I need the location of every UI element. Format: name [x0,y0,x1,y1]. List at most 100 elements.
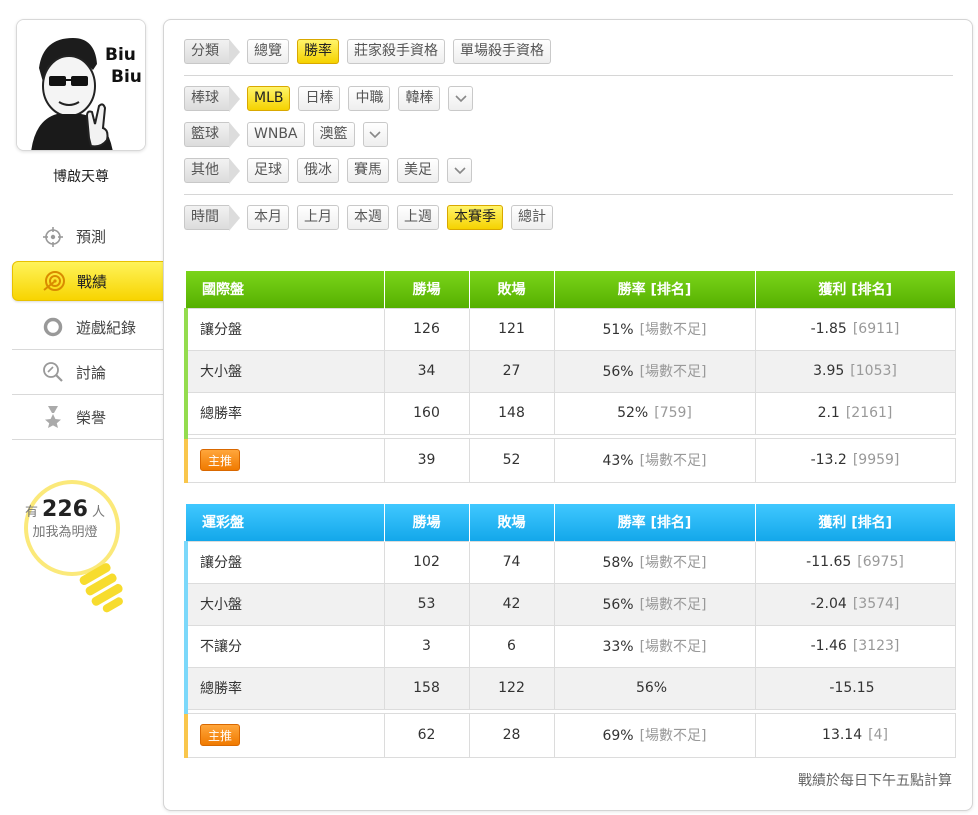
col-header: 勝場 [383,504,469,541]
chip-horse-racing[interactable]: 賽馬 [347,158,389,183]
rate-rank: [場數不足] [639,555,707,571]
chip-this-season[interactable]: 本賽季 [447,205,503,230]
profit-value: 3.95 [813,363,845,379]
profit-value: 2.1 [817,405,840,421]
cell-profit: -13.2 [9959] [754,437,956,483]
filter-label-category: 分類 [184,39,240,65]
row-name: 不讓分 [184,624,385,668]
chip-last-month[interactable]: 上月 [297,205,339,230]
main-pick-badge[interactable]: 主推 [200,449,241,471]
chip-kbo[interactable]: 韓棒 [398,86,441,111]
cell-win: 3 [383,624,470,668]
chip-soccer[interactable]: 足球 [247,158,289,183]
rate-value: 69% [602,728,634,744]
chip-bookmaker-killer[interactable]: 莊家殺手資格 [347,39,445,64]
cell-profit: -15.15 [754,666,956,710]
avatar[interactable]: Biu Biu [16,19,146,151]
profit-value: 13.14 [822,727,863,743]
profit-rank: [6911] [852,321,900,337]
cell-win: 102 [383,540,470,584]
cell-win: 62 [383,712,470,758]
rate-rank: [場數不足] [639,364,707,380]
col-header: 勝率 [排名] [553,504,755,541]
search-pencil-icon [42,361,64,383]
chip-total[interactable]: 總計 [511,205,553,230]
profit-rank: [2161] [845,405,893,421]
rate-value: 33% [602,639,634,655]
chevron-down-icon[interactable] [447,158,472,183]
nav-item-discussion[interactable]: 討論 [12,350,164,395]
col-header: 運彩盤 [186,504,384,541]
profit-rank: [4] [868,727,888,743]
cell-profit: -1.85 [6911] [754,307,956,351]
row-name: 總勝率 [184,666,385,710]
chip-khl[interactable]: 俄冰 [297,158,339,183]
cell-lose: 148 [468,391,555,435]
main-pick-badge[interactable]: 主推 [200,724,241,746]
fan-count[interactable]: 有 226 人 加我為明燈 [12,499,118,543]
cell-lose: 6 [468,624,555,668]
chip-this-month[interactable]: 本月 [247,205,289,230]
cell-profit: 13.14 [4] [754,712,956,758]
row-name: 主推 [184,712,385,758]
table-row-main-pick: 主推 62 28 69% [場數不足] 13.14 [4] [184,712,956,758]
table-row: 總勝率 158 122 56% -15.15 [184,666,956,710]
cell-win: 39 [383,437,470,483]
row-name: 讓分盤 [184,540,385,584]
rate-value: 43% [602,453,634,469]
row-name: 大小盤 [184,349,385,393]
nav-label-honor: 榮譽 [76,408,107,427]
chip-single-game-killer[interactable]: 單場殺手資格 [453,39,551,64]
profile-sidebar: Biu Biu 博啟天尊 預測 戰績 遊戲紀錄 討論 榮譽 有 226 人 加我… [0,0,177,815]
avatar-text-line2: Biu [111,67,142,87]
table-row: 大小盤 53 42 56% [場數不足] -2.04 [3574] [184,582,956,626]
table-header-row: 國際盤 勝場 敗場 勝率 [排名] 獲利 [排名] [186,271,955,308]
col-header: 獲利 [排名] [754,504,955,541]
col-header: 勝場 [383,271,469,308]
chip-last-week[interactable]: 上週 [397,205,439,230]
username[interactable]: 博啟天尊 [0,166,162,186]
chip-win-rate[interactable]: 勝率 [297,39,339,64]
cell-rate: 43% [場數不足] [553,437,756,483]
sports-lottery-record-table: 運彩盤 勝場 敗場 勝率 [排名] 獲利 [排名] 讓分盤 102 74 58%… [184,504,956,758]
profit-value: -1.85 [810,321,847,337]
cell-win: 53 [383,582,470,626]
profit-rank: [6975] [857,554,904,570]
chevron-down-icon[interactable] [448,86,474,111]
chip-this-week[interactable]: 本週 [347,205,389,230]
rate-value: 52% [617,405,649,421]
table-header-row: 運彩盤 勝場 敗場 勝率 [排名] 獲利 [排名] [186,504,955,541]
chevron-down-icon[interactable] [362,122,388,147]
nav-label-game-log: 遊戲紀錄 [76,318,137,337]
ring-icon [42,316,64,338]
chip-nbl[interactable]: 澳籃 [312,122,355,147]
chip-nfl[interactable]: 美足 [397,158,439,183]
row-name: 總勝率 [184,391,385,435]
chip-cpbl[interactable]: 中職 [348,86,391,111]
col-header: 勝率 [排名] [553,271,755,308]
profit-rank: [1053] [850,363,897,379]
cell-lose: 121 [468,307,555,351]
nav-item-honor[interactable]: 榮譽 [12,395,164,440]
profit-value: -1.46 [810,638,847,654]
chip-npb[interactable]: 日棒 [298,86,341,111]
nav-label-predict: 預測 [76,228,107,246]
rate-value: 56% [635,680,668,696]
chip-mlb[interactable]: MLB [247,86,291,111]
nav-item-predict[interactable]: 預測 [12,214,164,259]
table-row: 讓分盤 126 121 51% [場數不足] -1.85 [6911] [184,307,956,351]
table-row: 讓分盤 102 74 58% [場數不足] -11.65 [6975] [184,540,956,584]
filter-label-baseball: 棒球 [184,86,240,112]
target-swirl-icon [43,270,65,292]
chip-overview[interactable]: 總覽 [247,39,289,64]
cell-win: 158 [383,666,470,710]
table-row: 不讓分 3 6 33% [場數不足] -1.46 [3123] [184,624,956,668]
profit-rank: [3574] [852,596,900,612]
nav-item-game-log[interactable]: 遊戲紀錄 [12,305,164,350]
cell-rate: 58% [場數不足] [553,540,756,584]
chip-wnba[interactable]: WNBA [247,122,305,147]
divider [184,194,953,195]
cell-rate: 69% [場數不足] [553,712,756,758]
filter-label-other: 其他 [184,158,240,184]
nav-item-record[interactable]: 戰績 [12,261,177,301]
